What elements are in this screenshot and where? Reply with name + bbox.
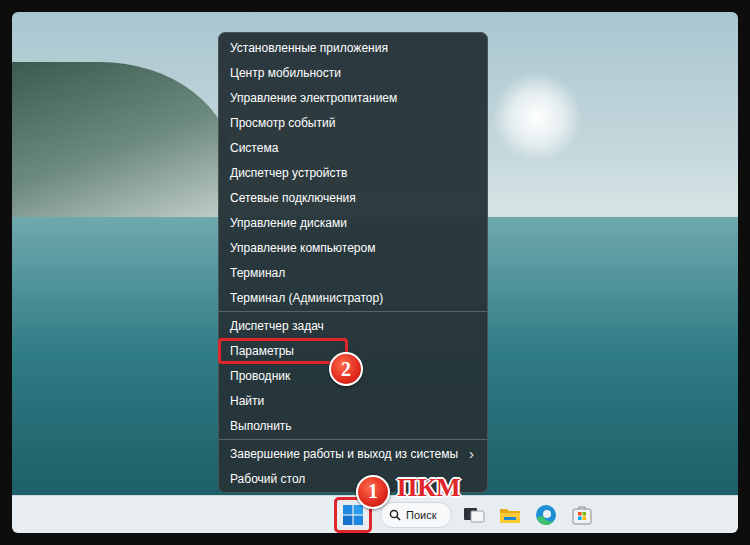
- menu-item[interactable]: Установленные приложения: [219, 35, 487, 60]
- submenu-arrow: ›: [469, 445, 474, 462]
- store-icon: [571, 504, 593, 526]
- folder-icon: [499, 505, 521, 525]
- menu-item[interactable]: Просмотр событий: [219, 110, 487, 135]
- task-view-button[interactable]: [460, 499, 488, 531]
- menu-item[interactable]: Управление компьютером: [219, 235, 487, 260]
- taskbar: 1 ПКМ Поиск: [12, 495, 738, 533]
- menu-item[interactable]: Диспетчер устройств: [219, 160, 487, 185]
- screenshot-frame: Установленные приложения Центр мобильнос…: [0, 0, 750, 545]
- menu-item[interactable]: Диспетчер задач: [219, 313, 487, 338]
- menu-item[interactable]: Параметры 2: [219, 338, 487, 363]
- step-badge: 2: [329, 352, 363, 386]
- menu-separator: [219, 439, 487, 440]
- mountains: [12, 62, 232, 232]
- menu-item[interactable]: Управление электропитанием: [219, 85, 487, 110]
- step-badge: 1: [356, 475, 390, 509]
- store-button[interactable]: [568, 499, 596, 531]
- start-button[interactable]: 1 ПКМ: [334, 497, 372, 533]
- task-view-icon: [463, 505, 485, 525]
- file-explorer-button[interactable]: [496, 499, 524, 531]
- windows-icon: [343, 505, 363, 525]
- menu-item[interactable]: Система: [219, 135, 487, 160]
- highlight-frame: [218, 338, 348, 364]
- search-box[interactable]: Поиск: [380, 502, 452, 528]
- menu-item[interactable]: Центр мобильности: [219, 60, 487, 85]
- menu-item[interactable]: Терминал (Администратор): [219, 285, 487, 310]
- menu-separator: [219, 311, 487, 312]
- menu-item[interactable]: Управление дисками: [219, 210, 487, 235]
- edge-icon: [535, 504, 557, 526]
- step-label: ПКМ: [397, 473, 461, 503]
- menu-item[interactable]: Выполнить: [219, 413, 487, 438]
- menu-item[interactable]: Терминал: [219, 260, 487, 285]
- magnifier-icon: [389, 509, 401, 521]
- menu-item[interactable]: Сетевые подключения: [219, 185, 487, 210]
- sun: [492, 72, 582, 162]
- desktop: Установленные приложения Центр мобильнос…: [12, 12, 738, 533]
- menu-item[interactable]: Найти: [219, 388, 487, 413]
- menu-item[interactable]: Завершение работы и выход из системы ›: [219, 441, 487, 466]
- context-menu: Установленные приложения Центр мобильнос…: [218, 32, 488, 493]
- edge-button[interactable]: [532, 499, 560, 531]
